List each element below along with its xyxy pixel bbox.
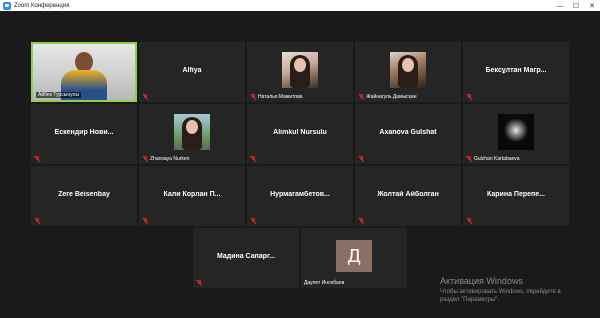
participant-tile-12[interactable]: Нурмагамбетов... bbox=[247, 166, 353, 226]
zoom-window: Zoom Конференция — ☐ ✕ Айбек Турсынулы A… bbox=[0, 0, 600, 318]
participant-tile-9[interactable]: Gulzhan Kartabaeva bbox=[463, 104, 569, 164]
microphone-muted-icon bbox=[358, 218, 364, 224]
participant-tile-10[interactable]: Zere Beisenbay bbox=[31, 166, 137, 226]
participant-name: Айбек Турсынулы bbox=[36, 92, 82, 98]
participant-label bbox=[466, 218, 472, 224]
windows-activation-watermark: Активация Windows Чтобы активировать Win… bbox=[440, 276, 561, 304]
participant-tile-2[interactable]: Наталья Мажитова bbox=[247, 42, 353, 102]
participant-tile-16[interactable]: Д Даулет Инсебаев bbox=[301, 228, 407, 288]
participant-tile-11[interactable]: Кали Корлан П... bbox=[139, 166, 245, 226]
participant-tile-14[interactable]: Карина Перепе... bbox=[463, 166, 569, 226]
participant-label: Gulzhan Kartabaeva bbox=[466, 156, 520, 162]
participant-label bbox=[250, 156, 256, 162]
photo-face bbox=[402, 58, 414, 72]
participant-tile-0[interactable]: Айбек Турсынулы bbox=[31, 42, 137, 102]
participant-label bbox=[250, 218, 256, 224]
participant-photo bbox=[390, 52, 426, 88]
participant-label bbox=[34, 218, 40, 224]
microphone-muted-icon bbox=[250, 156, 256, 162]
participant-name: Наталья Мажитова bbox=[258, 94, 303, 100]
microphone-muted-icon bbox=[34, 156, 40, 162]
participant-tile-1[interactable]: Alfiya bbox=[139, 42, 245, 102]
microphone-muted-icon bbox=[142, 156, 148, 162]
participant-name: Карина Перепе... bbox=[487, 191, 545, 198]
microphone-muted-icon bbox=[142, 94, 148, 100]
close-button[interactable]: ✕ bbox=[584, 0, 600, 11]
microphone-muted-icon bbox=[250, 218, 256, 224]
minimize-button[interactable]: — bbox=[552, 0, 568, 11]
participant-label bbox=[142, 218, 148, 224]
title-bar: Zoom Конференция — ☐ ✕ bbox=[0, 0, 600, 11]
participant-tile-7[interactable]: Alimkul Nursulu bbox=[247, 104, 353, 164]
microphone-muted-icon bbox=[466, 94, 472, 100]
photo-face bbox=[294, 58, 306, 72]
participant-name: Zhansaya Nurken bbox=[150, 156, 190, 162]
microphone-muted-icon bbox=[142, 218, 148, 224]
participant-name: Бексұлтан Магр... bbox=[485, 67, 547, 74]
participant-name: Мадина Сапарг... bbox=[216, 253, 276, 260]
microphone-muted-icon bbox=[466, 218, 472, 224]
window-controls: — ☐ ✕ bbox=[552, 0, 600, 11]
participant-name: Жолтай Айболган bbox=[377, 191, 439, 198]
participant-photo bbox=[498, 114, 534, 150]
participant-tile-4[interactable]: Бексұлтан Магр... bbox=[463, 42, 569, 102]
zoom-logo-icon bbox=[3, 1, 11, 10]
participant-tile-13[interactable]: Жолтай Айболган bbox=[355, 166, 461, 226]
participant-name: Gulzhan Kartabaeva bbox=[474, 156, 520, 162]
participant-name: Даулет Инсебаев bbox=[304, 280, 345, 286]
participant-name: Нурмагамбетов... bbox=[270, 191, 330, 198]
participant-name: Ескендир Нови... bbox=[54, 129, 114, 136]
participant-tile-5[interactable]: Ескендир Нови... bbox=[31, 104, 137, 164]
participant-tile-6[interactable]: Zhansaya Nurken bbox=[139, 104, 245, 164]
microphone-muted-icon bbox=[358, 94, 364, 100]
participant-label bbox=[358, 156, 364, 162]
participant-name: Axanova Gulshat bbox=[379, 129, 437, 136]
participant-label: Жайнагуль Дамыскан bbox=[358, 94, 416, 100]
photo-face bbox=[186, 120, 198, 134]
participant-name: Кали Корлан П... bbox=[163, 191, 221, 198]
maximize-button[interactable]: ☐ bbox=[568, 0, 584, 11]
participant-label: Zhansaya Nurken bbox=[142, 156, 189, 162]
participant-name: Alfiya bbox=[182, 67, 202, 74]
participant-photo bbox=[174, 114, 210, 150]
participant-label bbox=[34, 156, 40, 162]
participant-label bbox=[142, 94, 148, 100]
participant-name: Zere Beisenbay bbox=[58, 191, 110, 198]
participant-photo bbox=[282, 52, 318, 88]
participant-tile-8[interactable]: Axanova Gulshat bbox=[355, 104, 461, 164]
microphone-muted-icon bbox=[196, 280, 202, 286]
watermark-title: Активация Windows bbox=[440, 276, 523, 286]
participant-label: Даулет Инсебаев bbox=[304, 280, 344, 286]
participant-name: Alimkul Nursulu bbox=[273, 129, 327, 136]
participant-name: Жайнагуль Дамыскан bbox=[366, 94, 417, 100]
person-head bbox=[75, 52, 93, 72]
participant-label bbox=[466, 94, 472, 100]
participant-avatar: Д bbox=[336, 240, 372, 272]
watermark-line-1: Чтобы активировать Windows, перейдите в bbox=[440, 289, 561, 295]
participant-label bbox=[196, 280, 202, 286]
participant-tile-15[interactable]: Мадина Сапарг... bbox=[193, 228, 299, 288]
microphone-muted-icon bbox=[250, 94, 256, 100]
participant-tile-3[interactable]: Жайнагуль Дамыскан bbox=[355, 42, 461, 102]
microphone-muted-icon bbox=[466, 156, 472, 162]
microphone-muted-icon bbox=[358, 156, 364, 162]
watermark-line-2: раздел "Параметры". bbox=[440, 297, 499, 303]
microphone-muted-icon bbox=[34, 218, 40, 224]
window-title: Zoom Конференция bbox=[14, 2, 70, 9]
participant-label bbox=[358, 218, 364, 224]
participant-label: Наталья Мажитова bbox=[250, 94, 302, 100]
participant-label: Айбек Турсынулы bbox=[36, 92, 82, 98]
